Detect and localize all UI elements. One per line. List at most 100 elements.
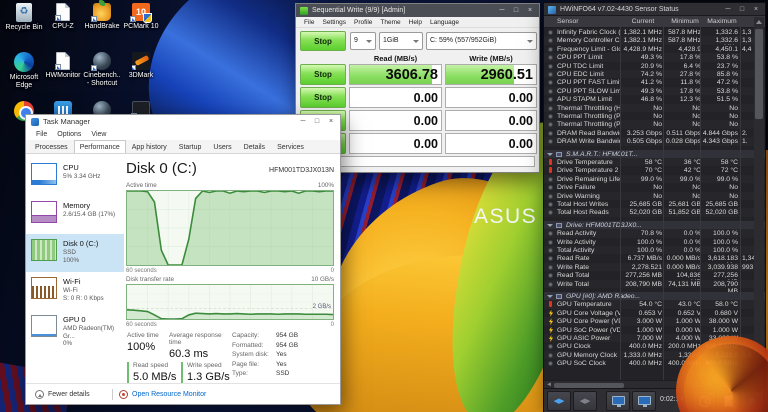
sensor-row-dram-write-bandwidth[interactable]: DRAM Write Bandwidth0.505 Gbps0.028 Gbps… xyxy=(544,137,765,145)
sensor-section-drive-hfm001td3jx0-[interactable]: Drive: HFM001TD3JX0... xyxy=(544,221,765,229)
sensor-row-drive-failure[interactable]: Drive FailureNoNoNo xyxy=(544,183,765,191)
maximize-button[interactable]: □ xyxy=(509,4,523,17)
sensor-row-total-activity[interactable]: Total Activity100.0 %0.0 %100.0 % xyxy=(544,246,765,254)
sensor-row-write-rate[interactable]: Write Rate2,278.521 M...0.000 MB/s3,039.… xyxy=(544,263,765,271)
sensor-row-gpu-core-voltage-vd-[interactable]: GPU Core Voltage (VD...0.653 V0.652 V0.6… xyxy=(544,309,765,317)
property-row: Formatted:954 GB xyxy=(232,342,298,352)
tab-details[interactable]: Details xyxy=(238,140,271,153)
test-size-select[interactable]: 1GiB xyxy=(379,32,423,50)
menu-file[interactable]: File xyxy=(31,131,52,138)
tab-performance[interactable]: Performance xyxy=(74,140,126,153)
sensor-row-cpu-tdc-limit[interactable]: CPU TDC Limit20.9 %6.4 %23.7 % xyxy=(544,62,765,70)
column-header-current[interactable]: Current xyxy=(626,18,660,25)
target-drive-select[interactable]: C: 59% (557/952GiB) xyxy=(426,32,537,50)
sensor-row-thermal-throttling-h-[interactable]: Thermal Throttling (H...NoNoNo xyxy=(544,104,765,112)
temp-icon xyxy=(549,167,552,173)
sensor-row-gpu-soc-power-vdd-[interactable]: GPU SoC Power (VDD...1.000 W0.000 W1.000… xyxy=(544,326,765,334)
maximize-button[interactable]: □ xyxy=(310,115,324,128)
sidebar-item-cpu[interactable]: CPU5% 3.34 GHz xyxy=(26,158,124,196)
sensor-row-drive-temperature[interactable]: Drive Temperature58 °C36 °C58 °C xyxy=(544,158,765,166)
sensor-row-write-total[interactable]: Write Total208,790 MB74,131 MB208,790 MB xyxy=(544,280,765,288)
sensor-row-read-total[interactable]: Read Total277,256 MB104,836 MB277,256 MB xyxy=(544,271,765,279)
sensor-section-s-m-a-r-t-hfm001t-[interactable]: S.M.A.R.T.: HFM001T... xyxy=(544,150,765,158)
desktop-icon-recycle-bin[interactable]: ♻Recycle Bin xyxy=(4,3,44,32)
sensor-row-gpu-core-power-vdd-[interactable]: GPU Core Power (VDD...3.000 W1.000 W38.0… xyxy=(544,317,765,325)
sensor-row-drive-temperature-2[interactable]: Drive Temperature 270 °C42 °C72 °C xyxy=(544,166,765,174)
sensor-name: Memory Controller Clo... xyxy=(557,37,621,44)
close-button[interactable]: × xyxy=(324,115,338,128)
sensor-row-cpu-edc-limit[interactable]: CPU EDC Limit74.2 %27.8 %85.8 % xyxy=(544,70,765,78)
sensor-row-cpu-ppt-limit[interactable]: CPU PPT Limit49.3 %17.8 %53.8 % xyxy=(544,53,765,61)
desktop-icon-microsoft[interactable]: Microsoft Edge xyxy=(4,52,44,89)
scrollbar-thumb[interactable] xyxy=(554,383,624,388)
sensor-row-cpu-ppt-slow-limit[interactable]: CPU PPT SLOW Limit49.3 %17.8 %53.8 % xyxy=(544,87,765,95)
open-resource-monitor-link[interactable]: Open Resource Monitor xyxy=(132,391,206,398)
desktop-icon-pcmark-10[interactable]: 10PCMark 10 xyxy=(121,3,161,31)
sensor-row-thermal-throttling-p-[interactable]: Thermal Throttling (P...NoNoNo xyxy=(544,112,765,120)
sensor-row-gpu-temperature[interactable]: GPU Temperature54.0 °C43.0 °C58.0 °C xyxy=(544,300,765,308)
test-count-select[interactable]: 9 xyxy=(350,32,376,50)
stop-all-button[interactable]: Stop xyxy=(300,31,346,51)
sensor-minimum: 99.0 % xyxy=(665,176,701,183)
scrollbar-thumb[interactable] xyxy=(755,29,763,119)
desktop-icon-cpu-z[interactable]: CPU-Z xyxy=(43,3,83,31)
sensor-section-gpu-0-amd-radeo-[interactable]: GPU [#0]: AMD Radeo... xyxy=(544,292,765,300)
sensor-row-thermal-throttling-p-[interactable]: Thermal Throttling (P...NoNoNo xyxy=(544,120,765,128)
menu-view[interactable]: View xyxy=(86,131,111,138)
desktop-icon-3dmark[interactable]: 3DMark xyxy=(121,52,161,80)
sidebar-item-wi-fi[interactable]: Wi-FiWi-Fi S: 0 R: 0 Kbps xyxy=(26,272,124,310)
sidebar-item-disk-0-c-[interactable]: Disk 0 (C:)SSD 100% xyxy=(26,234,124,272)
sensor-minimum: 587.8 MHz xyxy=(665,37,701,44)
system-summary-button[interactable] xyxy=(606,391,630,411)
sidebar-item-memory[interactable]: Memory2.6/15.4 GB (17%) xyxy=(26,196,124,234)
sensor-row-write-activity[interactable]: Write Activity100.0 %0.0 %100.0 % xyxy=(544,238,765,246)
minimize-button[interactable]: ─ xyxy=(721,3,735,16)
sensor-maximum: 4.844 Gbps xyxy=(702,130,738,137)
sensor-row-dram-read-bandwidth[interactable]: DRAM Read Bandwidth3.253 Gbps0.511 Gbps4… xyxy=(544,129,765,137)
maximize-button[interactable]: □ xyxy=(735,3,749,16)
nav-back-forward-disabled-button[interactable]: ◀▶ xyxy=(573,391,597,411)
sidebar-item-gpu-0[interactable]: GPU 0AMD Radeon(TM) Gr... 0% xyxy=(26,310,124,348)
remote-sensors-button[interactable] xyxy=(632,391,656,411)
menu-options[interactable]: Options xyxy=(52,131,86,138)
sensor-row-drive-remaining-life[interactable]: Drive Remaining Life99.0 %99.0 %99.0 % xyxy=(544,175,765,183)
sensor-row-total-host-reads[interactable]: Total Host Reads52,020 GB51,852 GB52,020… xyxy=(544,208,765,216)
menu-profile[interactable]: Profile xyxy=(350,19,376,26)
nav-back-forward-button[interactable]: ◀▶ xyxy=(547,391,571,411)
tab-processes[interactable]: Processes xyxy=(29,140,74,153)
column-header-maximum[interactable]: Maximum xyxy=(705,18,739,25)
sensor-row-drive-warning[interactable]: Drive WarningNoNoNo xyxy=(544,192,765,200)
vertical-scrollbar[interactable] xyxy=(754,17,764,379)
tab-startup[interactable]: Startup xyxy=(173,140,208,153)
menu-help[interactable]: Help xyxy=(405,19,426,26)
minimize-button[interactable]: ─ xyxy=(296,115,310,128)
task-manager-titlebar[interactable]: Task Manager xyxy=(26,115,340,128)
desktop-icon-handbrake[interactable]: HandBrake xyxy=(82,3,122,31)
tab-users[interactable]: Users xyxy=(207,140,237,153)
chevron-down-icon xyxy=(527,40,533,43)
desktop-icon-hwmonitor[interactable]: HWMonitor xyxy=(43,52,83,80)
sensor-row-memory-controller-clo-[interactable]: Memory Controller Clo...1,382.1 MHz587.8… xyxy=(544,36,765,44)
desktop-icon-cinebench-[interactable]: Cinebench.. - Shortcut xyxy=(82,52,122,87)
menu-theme[interactable]: Theme xyxy=(376,19,404,26)
tab-app-history[interactable]: App history xyxy=(126,140,173,153)
tab-services[interactable]: Services xyxy=(271,140,310,153)
sensor-row-read-rate[interactable]: Read Rate6.737 MB/s0.000 MB/s3,618.183 M… xyxy=(544,254,765,262)
stop-row-button[interactable]: Stop xyxy=(300,87,346,108)
stop-row-button[interactable]: Stop xyxy=(300,64,346,85)
close-button[interactable]: × xyxy=(523,4,537,17)
menu-settings[interactable]: Settings xyxy=(318,19,350,26)
column-header-sensor[interactable]: Sensor xyxy=(557,18,617,25)
sensor-row-frequency-limit-global[interactable]: Frequency Limit - Global4,428.9 MHz4,428… xyxy=(544,45,765,53)
menu-language[interactable]: Language xyxy=(426,19,463,26)
close-button[interactable]: × xyxy=(749,3,763,16)
sensor-row-cpu-ppt-fast-limit[interactable]: CPU PPT FAST Limit41.2 %11.8 %47.2 % xyxy=(544,78,765,86)
sensor-row-infinity-fabric-clock-f-[interactable]: Infinity Fabric Clock (F...1,382.1 MHz58… xyxy=(544,28,765,36)
minimize-button[interactable]: ─ xyxy=(495,4,509,17)
column-header-minimum[interactable]: Minimum xyxy=(668,18,702,25)
sensor-row-read-activity[interactable]: Read Activity70.8 %0.0 %100.0 % xyxy=(544,229,765,237)
sensor-row-total-host-writes[interactable]: Total Host Writes25,685 GB25,681 GB25,68… xyxy=(544,200,765,208)
sensor-row-apu-stapm-limit[interactable]: APU STAPM Limit46.8 %12.3 %51.5 % xyxy=(544,95,765,103)
menu-file[interactable]: File xyxy=(300,19,318,26)
fewer-details-toggle[interactable]: Fewer details xyxy=(48,391,90,398)
